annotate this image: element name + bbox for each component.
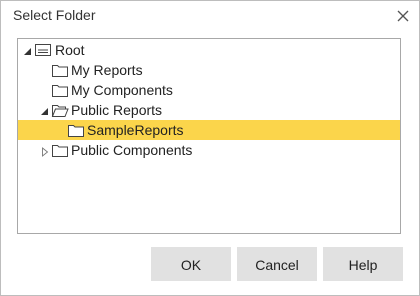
collapse-toggle-icon[interactable] — [40, 104, 50, 115]
tree-node-label: My Reports — [71, 62, 143, 78]
tree-node-public-components[interactable]: Public Components — [18, 140, 400, 160]
ok-button[interactable]: OK — [151, 247, 231, 281]
tree-node-label: My Components — [71, 82, 173, 98]
server-root-icon — [34, 42, 52, 58]
tree-node-my-components[interactable]: My Components — [18, 80, 400, 100]
tree-node-root[interactable]: Root — [18, 40, 400, 60]
close-icon[interactable] — [393, 6, 413, 26]
tree-node-my-reports[interactable]: My Reports — [18, 60, 400, 80]
cancel-button[interactable]: Cancel — [237, 247, 317, 281]
folder-icon — [51, 62, 69, 78]
dialog-title: Select Folder — [13, 7, 96, 23]
folder-icon — [51, 142, 69, 158]
folder-icon — [67, 122, 85, 138]
expand-toggle-icon[interactable] — [40, 144, 50, 157]
tree-node-public-reports[interactable]: Public Reports — [18, 100, 400, 120]
tree-node-label: Public Components — [71, 142, 193, 158]
tree-node-label: Public Reports — [71, 102, 163, 118]
tree-node-sample-reports[interactable]: SampleReports — [18, 120, 400, 140]
title-bar: Select Folder — [1, 1, 419, 31]
collapse-toggle-icon[interactable] — [23, 44, 33, 55]
folder-tree[interactable]: Root My Reports My Components Public Rep… — [17, 38, 401, 234]
folder-open-icon — [51, 102, 69, 118]
folder-icon — [51, 82, 69, 98]
tree-node-label: Root — [55, 42, 85, 58]
tree-node-label: SampleReports — [87, 122, 184, 138]
help-button[interactable]: Help — [323, 247, 403, 281]
select-folder-dialog: Select Folder Root My Reports My Compone… — [0, 0, 420, 296]
